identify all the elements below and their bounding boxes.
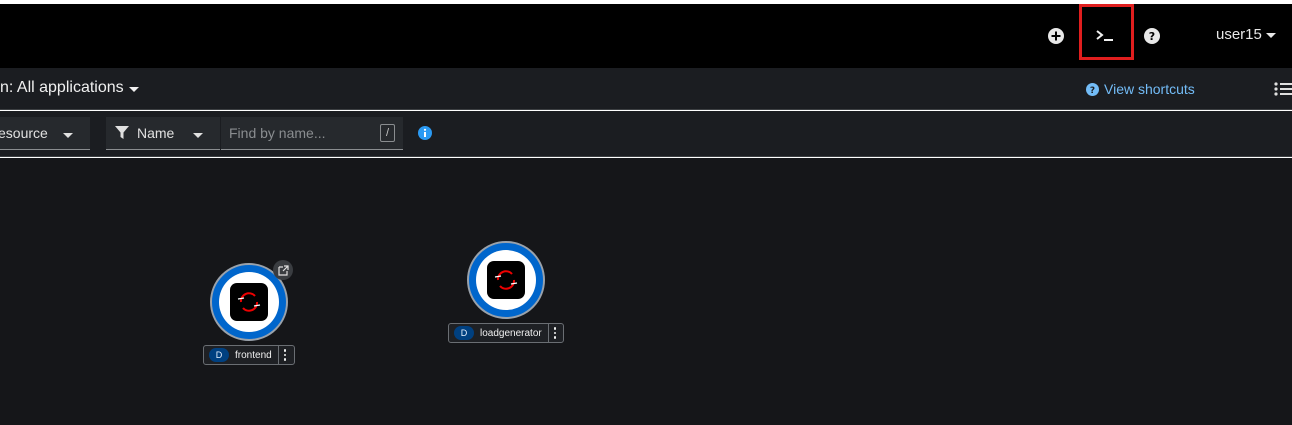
terminal-icon[interactable] bbox=[1093, 24, 1119, 46]
node-name: frontend bbox=[235, 349, 272, 361]
user-name: user15 bbox=[1216, 26, 1262, 43]
application-bar: n: All applications ? View shortcuts bbox=[0, 68, 1292, 110]
resource-filter-dropdown[interactable]: esource bbox=[0, 117, 90, 150]
deployment-badge: D bbox=[454, 326, 474, 340]
search-placeholder: Find by name... bbox=[229, 125, 326, 141]
caret-down-icon bbox=[63, 133, 73, 138]
caret-down-icon bbox=[128, 86, 139, 92]
svg-text:?: ? bbox=[1149, 30, 1155, 43]
node-name: loadgenerator bbox=[480, 327, 542, 339]
kebab-menu-icon[interactable] bbox=[277, 346, 292, 364]
name-filter-label: Name bbox=[137, 125, 175, 141]
question-circle-icon[interactable]: ? bbox=[1141, 25, 1163, 47]
view-shortcuts-label: View shortcuts bbox=[1104, 81, 1195, 97]
info-circle-icon[interactable] bbox=[418, 126, 432, 140]
masthead: ? user15 bbox=[0, 4, 1292, 68]
filter-toolbar: esource Name Find by name... / bbox=[0, 111, 1292, 157]
caret-down-icon bbox=[1265, 33, 1276, 38]
find-by-name-input[interactable]: Find by name... / bbox=[221, 117, 403, 150]
topology-canvas[interactable]: D frontend D loadgenerator bbox=[0, 158, 1292, 425]
name-filter-dropdown[interactable]: Name bbox=[106, 117, 220, 150]
openshift-icon bbox=[230, 283, 268, 321]
filter-icon bbox=[115, 126, 129, 139]
svg-text:?: ? bbox=[1090, 86, 1095, 96]
openshift-icon bbox=[487, 261, 525, 299]
question-circle-icon: ? bbox=[1086, 82, 1099, 96]
external-link-icon[interactable] bbox=[273, 260, 293, 280]
deployment-badge: D bbox=[209, 348, 229, 362]
application-selector[interactable]: n: All applications bbox=[0, 79, 139, 97]
user-menu[interactable]: user15 bbox=[1216, 26, 1276, 43]
plus-circle-icon[interactable] bbox=[1045, 25, 1067, 47]
application-selector-label: n: All applications bbox=[0, 79, 124, 96]
node-label-frontend[interactable]: D frontend bbox=[203, 345, 295, 365]
resource-filter-label: esource bbox=[0, 125, 48, 141]
caret-down-icon bbox=[193, 133, 203, 138]
node-label-loadgenerator[interactable]: D loadgenerator bbox=[448, 323, 564, 343]
kebab-menu-icon[interactable] bbox=[547, 324, 562, 342]
keyboard-shortcut-hint: / bbox=[380, 124, 395, 142]
view-shortcuts-link[interactable]: ? View shortcuts bbox=[1086, 81, 1195, 97]
list-icon[interactable] bbox=[1274, 81, 1292, 97]
